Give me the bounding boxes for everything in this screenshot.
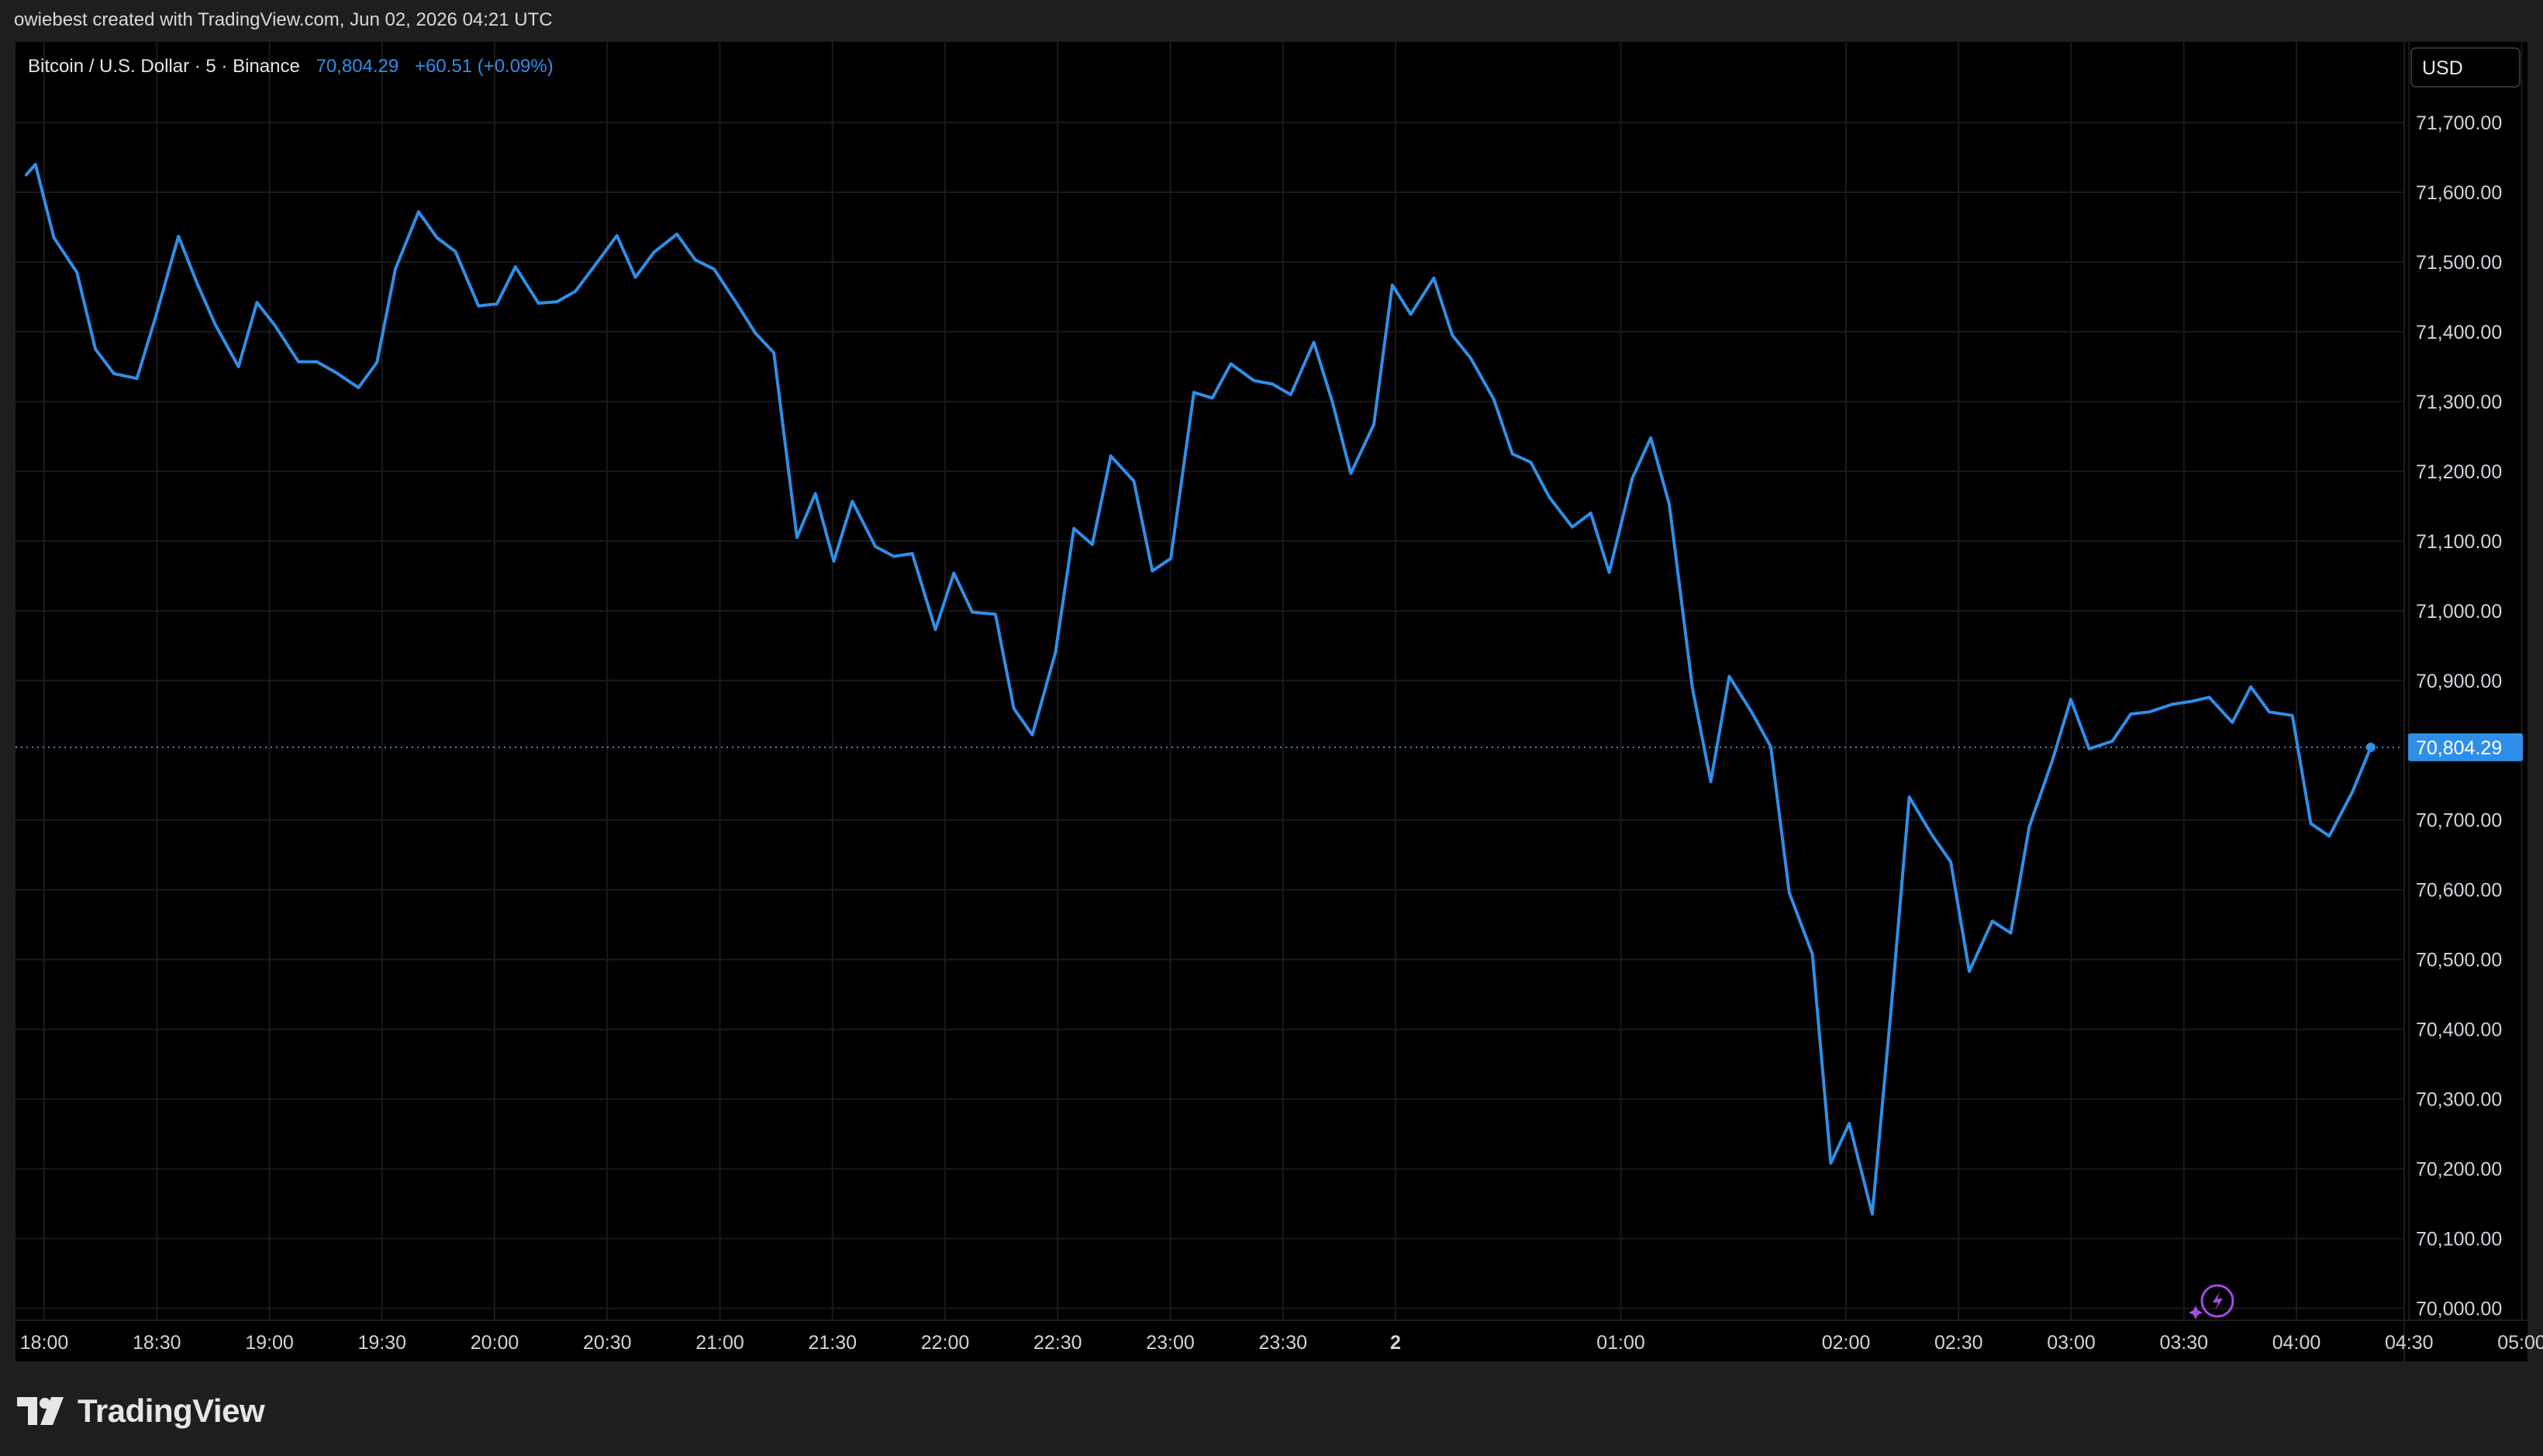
time-tick-label: 23:00 bbox=[1146, 1332, 1195, 1354]
time-tick-label: 20:30 bbox=[583, 1332, 632, 1354]
price-tick-label: 70,300.00 bbox=[2416, 1089, 2502, 1111]
time-tick-label: 18:30 bbox=[133, 1332, 181, 1354]
time-tick-label: 03:00 bbox=[2047, 1332, 2096, 1354]
time-axis-labels: 18:00 18:30 19:00 19:30 20:00 20:30 21:00 21:30… bbox=[20, 1332, 2543, 1354]
legend-symbol[interactable]: Bitcoin / U.S. Dollar · 5 · Binance bbox=[28, 56, 300, 77]
time-tick-label: 01:00 bbox=[1596, 1332, 1645, 1354]
time-tick-label: 03:30 bbox=[2159, 1332, 2208, 1354]
price-tick-label: 70,600.00 bbox=[2416, 880, 2502, 902]
last-price-tag-label: 70,804.29 bbox=[2416, 737, 2502, 759]
legend-change: +60.51 (+0.09%) bbox=[415, 56, 554, 77]
time-tick-label: 21:00 bbox=[695, 1332, 744, 1354]
time-tick-label: 02:30 bbox=[1934, 1332, 1983, 1354]
legend-price: 70,804.29 bbox=[316, 56, 399, 77]
time-tick-label: 04:30 bbox=[2385, 1332, 2434, 1354]
time-tick-label: 21:30 bbox=[808, 1332, 857, 1354]
price-tick-label: 70,400.00 bbox=[2416, 1020, 2502, 1041]
currency-label: USD bbox=[2422, 57, 2463, 79]
time-tick-label: 22:30 bbox=[1033, 1332, 1082, 1354]
price-tick-label: 71,200.00 bbox=[2416, 461, 2502, 483]
price-tick-label: 70,900.00 bbox=[2416, 671, 2502, 692]
time-tick-label: 22:00 bbox=[921, 1332, 970, 1354]
price-tick-label: 70,200.00 bbox=[2416, 1159, 2502, 1181]
price-tick-label: 70,700.00 bbox=[2416, 810, 2502, 832]
time-tick-label: 19:00 bbox=[245, 1332, 294, 1354]
price-tick-label: 71,700.00 bbox=[2416, 112, 2502, 134]
price-tick-label: 71,400.00 bbox=[2416, 322, 2502, 343]
time-tick-label: 19:30 bbox=[357, 1332, 406, 1354]
tradingview-logo-icon bbox=[17, 1397, 64, 1425]
time-tick-label: 2 bbox=[1390, 1332, 1401, 1354]
time-tick-label: 20:00 bbox=[471, 1332, 519, 1354]
price-tick-label: 71,600.00 bbox=[2416, 182, 2502, 204]
time-tick-label: 18:00 bbox=[20, 1332, 69, 1354]
price-tick-label: 71,100.00 bbox=[2416, 531, 2502, 553]
footer-brand[interactable]: TradingView bbox=[17, 1388, 265, 1434]
chart-legend[interactable]: Bitcoin / U.S. Dollar · 5 · Binance 70,8… bbox=[28, 56, 554, 77]
time-tick-label: 23:30 bbox=[1258, 1332, 1307, 1354]
time-tick-label: 05:00 bbox=[2497, 1332, 2543, 1354]
last-price-dot bbox=[2365, 742, 2376, 752]
price-tick-label: 71,500.00 bbox=[2416, 252, 2502, 274]
brand-name: TradingView bbox=[78, 1392, 265, 1429]
price-chart[interactable]: 71,700.00 71,600.00 71,500.00 71,400.00 71,3… bbox=[0, 0, 2543, 1456]
price-tick-label: 70,500.00 bbox=[2416, 950, 2502, 971]
time-tick-label: 02:00 bbox=[1822, 1332, 1871, 1354]
price-tick-label: 71,300.00 bbox=[2416, 392, 2502, 413]
price-tick-label: 70,000.00 bbox=[2416, 1299, 2502, 1320]
price-tick-label: 70,100.00 bbox=[2416, 1229, 2502, 1251]
time-tick-label: 04:00 bbox=[2272, 1332, 2321, 1354]
price-tick-label: 71,000.00 bbox=[2416, 601, 2502, 623]
